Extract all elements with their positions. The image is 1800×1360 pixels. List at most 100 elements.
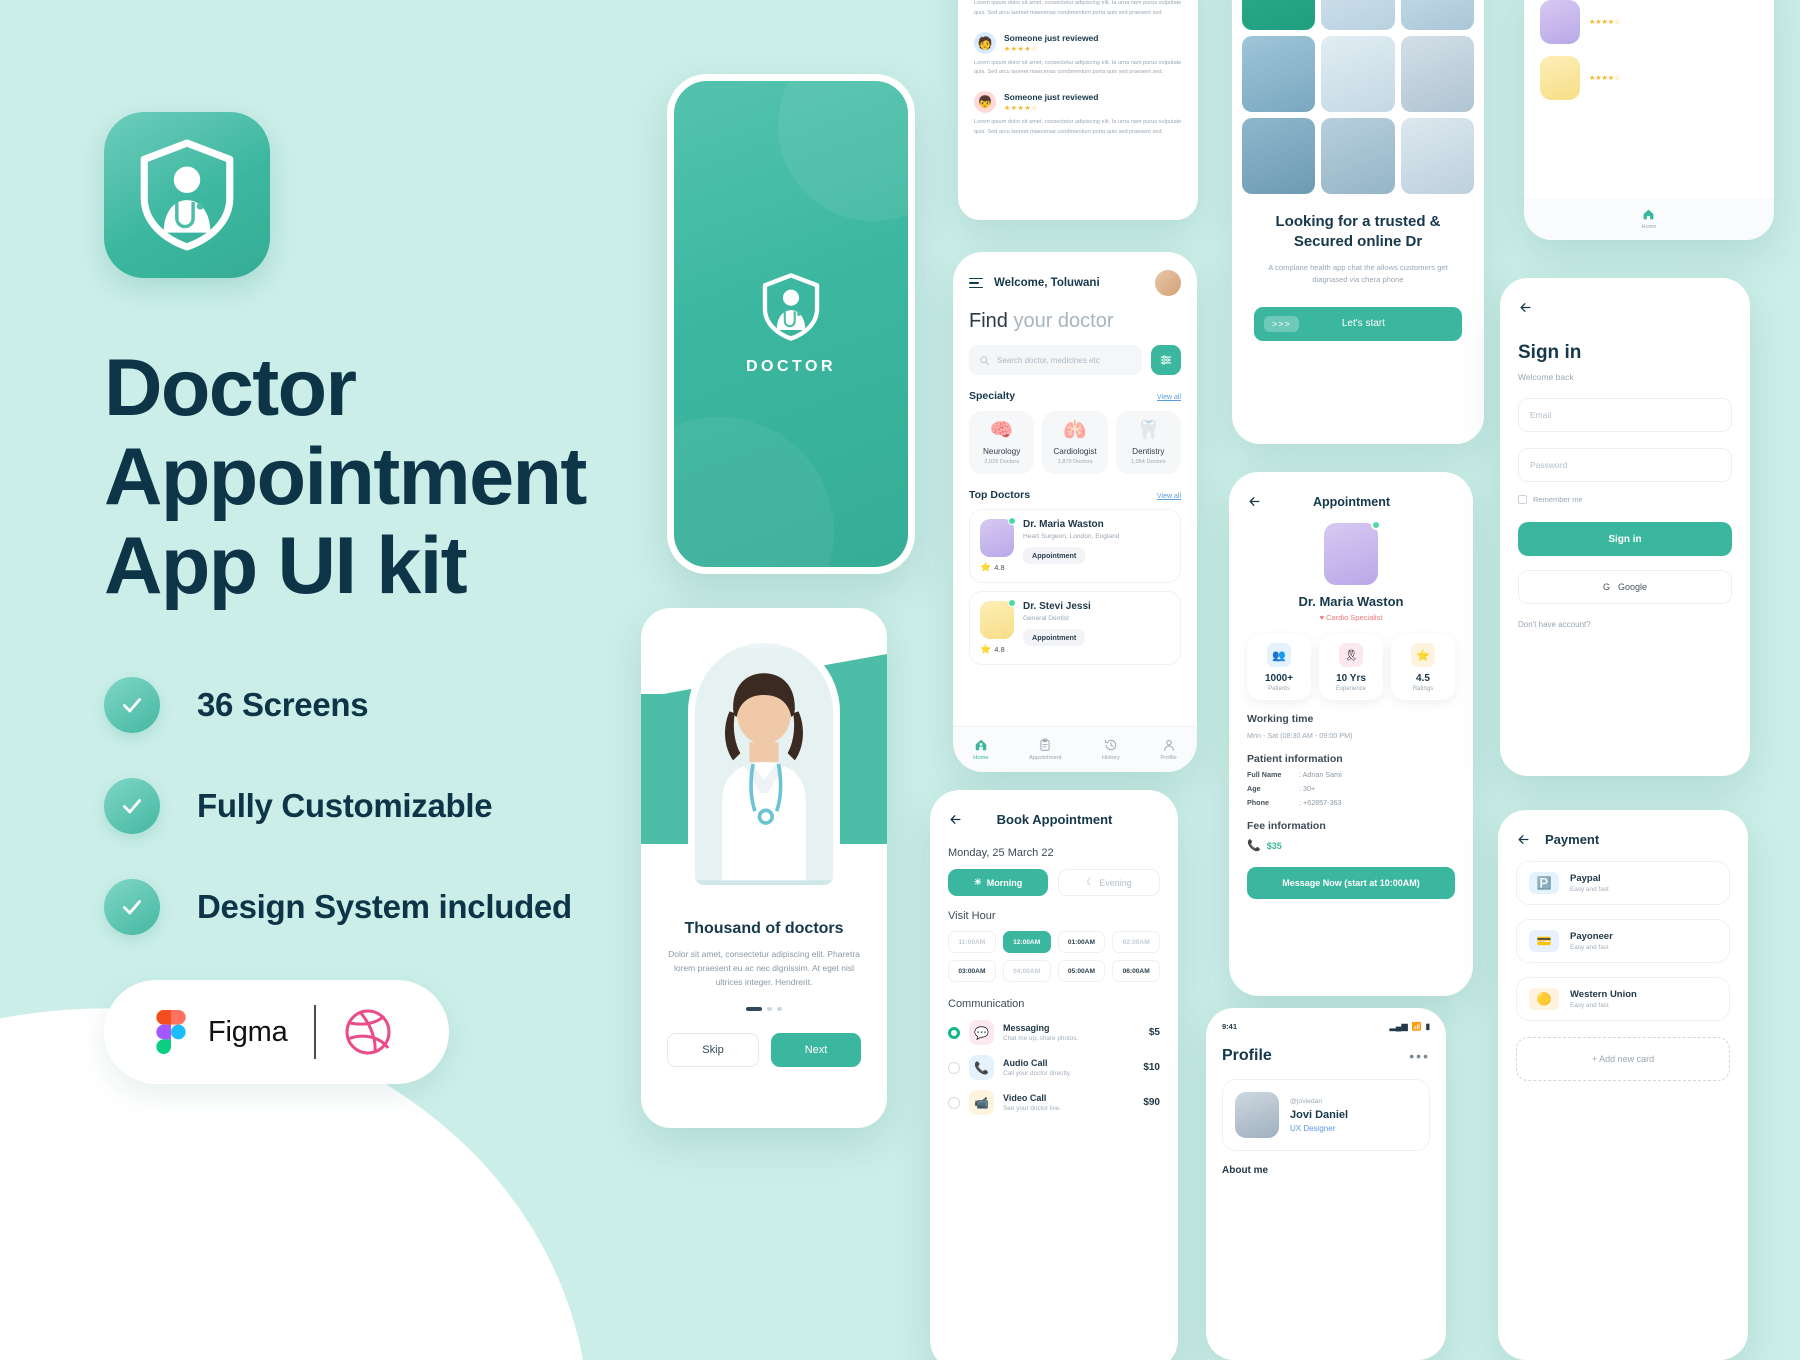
avatar[interactable] (1155, 270, 1181, 296)
doctor-photo (1242, 0, 1316, 30)
arrow-left-icon[interactable] (1247, 494, 1262, 509)
search-placeholder: Search doctor, medicines etc (997, 355, 1100, 365)
payment-method-western-union[interactable]: 🟡 Western Union Easy and fast (1516, 977, 1730, 1021)
signin-subtitle: Welcome back (1518, 372, 1574, 382)
arrow-left-icon[interactable] (1516, 832, 1531, 847)
nav-item-history[interactable]: History (1102, 738, 1120, 761)
arrow-left-icon[interactable] (1518, 300, 1533, 315)
time-slot[interactable]: 06:00AM (1112, 960, 1160, 982)
communication-option-video[interactable]: 📹 Video Call See your doctor live. $90 (930, 1080, 1178, 1115)
time-slot[interactable]: 05:00AM (1057, 960, 1106, 982)
option-title: Audio Call (1003, 1058, 1048, 1068)
lets-start-button[interactable]: >>> Let's start (1254, 306, 1462, 341)
specialty-view-all-link[interactable]: View all (1157, 394, 1181, 401)
signin-button[interactable]: Sign in (1518, 522, 1732, 556)
patient-value: : Adnan Sami (1299, 770, 1342, 779)
phone-icon: 📞 (1247, 840, 1261, 852)
stat-value: 10 Yrs (1336, 673, 1366, 684)
top-doctors-view-all-link[interactable]: View all (1157, 493, 1181, 500)
time-slot[interactable]: 11:00AM (948, 931, 996, 953)
specialty-card-dentistry[interactable]: 🦷 Dentistry 1,064 Doctors (1115, 411, 1181, 474)
search-icon (980, 355, 990, 365)
avatar: 🧑 (974, 31, 996, 54)
radio-selected[interactable] (948, 1026, 960, 1039)
radio[interactable] (948, 1096, 960, 1109)
remember-me-row[interactable]: Remember me (1518, 495, 1732, 504)
message-now-button[interactable]: Message Now (start at 10:00AM) (1247, 867, 1455, 899)
doctor-row[interactable]: ⭐ 4.8 Dr. Maria Waston Heart Surgeon, Lo… (969, 509, 1181, 583)
arrow-left-icon[interactable] (948, 812, 963, 827)
checkbox[interactable] (1518, 495, 1527, 504)
tools-badge: Figma (104, 980, 449, 1085)
specialty-name: Neurology (983, 447, 1021, 456)
payment-method-payoneer[interactable]: 💳 Payoneer Easy and fast (1516, 919, 1730, 963)
list-item[interactable]: ★★★★☆ (1540, 56, 1758, 100)
appointment-button[interactable]: Appointment (1023, 629, 1086, 646)
dot[interactable] (767, 1007, 772, 1012)
time-slot[interactable]: 04:00AM (1002, 960, 1051, 982)
doctor-photo (1400, 118, 1474, 194)
password-field[interactable]: Password (1518, 448, 1732, 482)
more-dots-icon[interactable]: ••• (1409, 1048, 1430, 1064)
email-field[interactable]: Email (1518, 398, 1732, 432)
list-item[interactable]: ★★★★☆ (1540, 0, 1758, 44)
doctor-photo (1540, 0, 1580, 44)
next-button[interactable]: Next (771, 1033, 861, 1068)
menu-icon[interactable] (969, 277, 983, 289)
search-input[interactable]: Search doctor, medicines etc (969, 345, 1142, 375)
home-header: Welcome, Toluwani (953, 252, 1197, 296)
working-time-block: Working time Mnn - Sat (08:30 AM - 09:00… (1229, 700, 1473, 740)
back-row (1500, 278, 1750, 320)
time-slot[interactable]: 03:00AM (948, 960, 996, 982)
specialty-card-cardiologist[interactable]: 🫁 Cardiologist 1,870 Doctors (1042, 411, 1108, 474)
filter-button[interactable] (1151, 345, 1181, 375)
review-item: 👦 Someone just reviewed ★★★★☆ Lorem ipsu… (974, 91, 1182, 138)
nav-item-appointment[interactable]: Appointment (1029, 738, 1062, 761)
nav-item-home[interactable]: Home (1642, 208, 1656, 230)
review-body: Lorem ipsum dolor sit amet, consectetur … (974, 119, 1182, 135)
radio[interactable] (948, 1061, 960, 1074)
specialty-heading: Specialty (969, 390, 1016, 402)
doctor-photo (980, 519, 1014, 557)
doctor-row[interactable]: ⭐ 4.8 Dr. Stevi Jessi General Dentist Ap… (969, 591, 1181, 665)
appointment-button[interactable]: Appointment (1023, 547, 1086, 564)
phone-icon: 📞 (969, 1055, 994, 1080)
profile-screen: 9:41 ▂▄▆ 📶 ▮ Profile ••• @joviedan Jovi … (1206, 1008, 1446, 1360)
dot-active[interactable] (746, 1007, 762, 1012)
segment-evening[interactable]: ☾ Evening (1058, 869, 1160, 896)
book-title: Book Appointment (996, 812, 1113, 827)
nav-item-home[interactable]: Home (973, 738, 989, 761)
communication-option-audio[interactable]: 📞 Audio Call Call your doctor directly. … (930, 1045, 1178, 1080)
segment-morning[interactable]: ☀ Morning (948, 869, 1048, 896)
status-time: 9:41 (1222, 1022, 1238, 1031)
tooth-icon: 🦷 (1136, 420, 1161, 441)
option-price: $90 (1143, 1097, 1160, 1108)
specialty-count: 1,064 Doctors (1130, 459, 1166, 465)
dot[interactable] (777, 1007, 782, 1012)
appointment-detail-screen: Appointment Dr. Maria Waston ♥ Cardio Sp… (1229, 472, 1473, 996)
doctor-shield-icon (762, 273, 820, 341)
doctor-rating: ⭐ 4.8 (980, 644, 1014, 655)
payment-method-paypal[interactable]: 🅿️ Paypal Easy and fast (1516, 861, 1730, 905)
google-icon: G (1602, 582, 1610, 592)
rating-stars: ★★★★☆ (1589, 75, 1621, 82)
google-signin-button[interactable]: G Google (1518, 570, 1732, 604)
add-card-button[interactable]: + Add new card (1516, 1037, 1730, 1081)
communication-option-messaging[interactable]: 💬 Messaging Chat me up, share photos. $5 (930, 1010, 1178, 1045)
time-slot-selected[interactable]: 12:00AM (1002, 931, 1051, 953)
doctor-info: Dr. Maria Waston Heart Surgeon, London, … (1023, 519, 1119, 573)
time-slot[interactable]: 02:00AM (1112, 931, 1160, 953)
segment-label: Evening (1099, 877, 1132, 888)
filter-sliders-icon (1160, 355, 1172, 365)
option-price: $5 (1148, 1027, 1160, 1038)
option-text: Video Call See your doctor live. (1003, 1093, 1061, 1112)
nav-item-profile[interactable]: Profile (1160, 738, 1177, 761)
option-price: $10 (1143, 1062, 1160, 1073)
doctor-photo (1242, 36, 1316, 112)
signup-prompt[interactable]: Don't have account? (1518, 620, 1750, 629)
check-icon (123, 698, 141, 713)
time-slot[interactable]: 01:00AM (1057, 931, 1106, 953)
specialty-card-neurology[interactable]: 🧠 Neurology 2,029 Doctors (969, 411, 1035, 474)
patient-row: Age : 30+ (1247, 784, 1455, 793)
specialty-section-header: Specialty View all (953, 375, 1197, 402)
